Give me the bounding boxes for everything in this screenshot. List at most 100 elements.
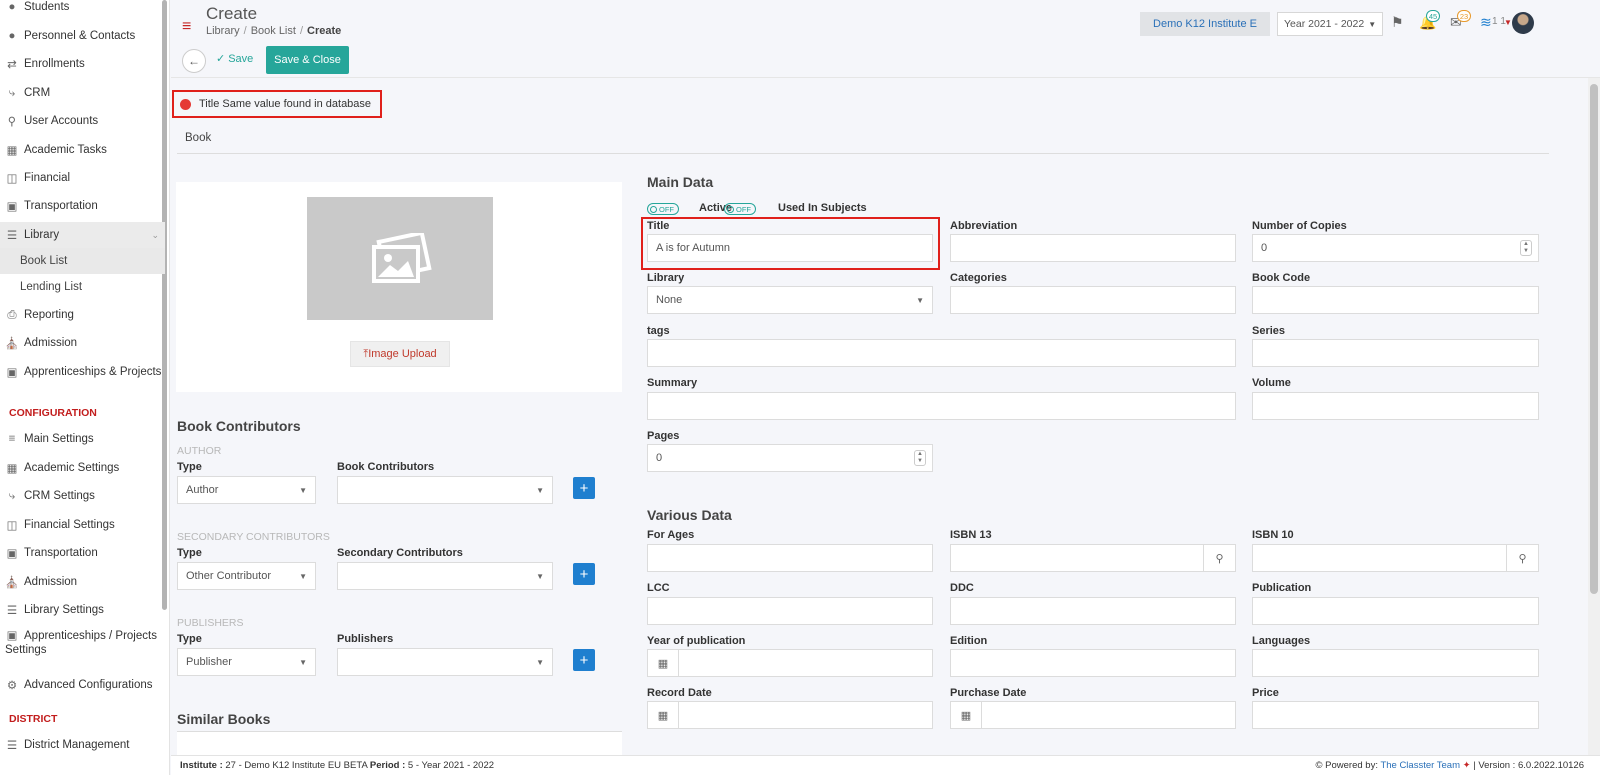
user-caret-icon[interactable]: ▼ xyxy=(1504,18,1512,27)
image-placeholder-icon xyxy=(307,197,493,320)
sidebar-item-personnel[interactable]: ● Personnel & Contacts xyxy=(0,23,165,49)
publication-input[interactable] xyxy=(1252,597,1539,625)
languages-input[interactable] xyxy=(1252,649,1539,677)
sidebar-item-enrollments[interactable]: ⇄ Enrollments xyxy=(0,51,165,77)
sidebar-subitem-book-list[interactable]: Book List xyxy=(0,248,165,274)
pages-input[interactable]: 0 ▲ ▼ xyxy=(647,444,933,472)
copies-input[interactable]: 0 ▲ ▼ xyxy=(1252,234,1539,262)
number-spinner-icon[interactable]: ▲ ▼ xyxy=(1520,240,1532,256)
box-icon: ▣ xyxy=(6,630,18,642)
sidebar-item-advanced-configurations[interactable]: ⚙ Advanced Configurations xyxy=(0,672,165,698)
publishers-select[interactable]: ▼ xyxy=(337,648,553,676)
sidebar-item-apprenticeships[interactable]: ▣ Apprenticeships & Projects xyxy=(0,359,165,385)
dropdown-caret-icon: ▼ xyxy=(536,485,544,495)
calendar-icon[interactable]: ▦ xyxy=(951,702,982,728)
sidebar-item-admission[interactable]: ⛪ Admission xyxy=(0,330,165,356)
number-spinner-icon[interactable]: ▲ ▼ xyxy=(914,450,926,466)
year-publication-input[interactable]: ▦ xyxy=(647,649,933,677)
title-input[interactable]: A is for Autumn xyxy=(647,234,933,262)
search-icon[interactable]: ⚲ xyxy=(1203,545,1235,571)
sidebar-item-academic-settings[interactable]: ▦ Academic Settings xyxy=(0,455,165,481)
bank-icon: ⛪ xyxy=(4,577,20,589)
author-type-select[interactable]: Author ▼ xyxy=(177,476,316,504)
calendar-icon[interactable]: ▦ xyxy=(648,650,679,676)
page-scrollbar[interactable] xyxy=(1588,78,1600,755)
books-icon: ☰ xyxy=(6,605,18,617)
sidebar-item-district-management[interactable]: ☰ District Management xyxy=(0,732,165,758)
image-upload-button[interactable]: ⤒ Image Upload xyxy=(350,341,450,367)
sidebar-item-financial[interactable]: ◫ Financial xyxy=(0,165,165,191)
price-input[interactable] xyxy=(1252,701,1539,729)
book-contributors-select[interactable]: ▼ xyxy=(337,476,553,504)
sidebar-item-transportation[interactable]: ▣ Transportation xyxy=(0,193,165,219)
search-icon[interactable]: ⚲ xyxy=(1506,545,1538,571)
sidebar-item-reporting[interactable]: ⎙ Reporting xyxy=(0,302,165,328)
categories-input[interactable] xyxy=(950,286,1236,314)
flag-icon[interactable]: ⚑ xyxy=(1391,14,1404,31)
calendar-icon[interactable]: ▦ xyxy=(648,702,679,728)
sidebar-item-crm[interactable]: ⤷ CRM xyxy=(0,80,165,106)
sidebar-item-admission-settings[interactable]: ⛪ Admission xyxy=(0,569,165,595)
dropdown-caret-icon: ▼ xyxy=(299,571,307,581)
back-button[interactable]: ← xyxy=(182,49,206,73)
sidebar-item-apprenticeships-settings[interactable]: ▣ Apprenticeships / Projects Settings xyxy=(0,626,165,664)
publisher-type-select[interactable]: Publisher ▼ xyxy=(177,648,316,676)
tags-input[interactable] xyxy=(647,339,1236,367)
secondary-type-select[interactable]: Other Contributor ▼ xyxy=(177,562,316,590)
tab-book[interactable]: Book xyxy=(185,132,211,144)
tags-label: tags xyxy=(647,325,670,337)
record-date-input[interactable]: ▦ xyxy=(647,701,933,729)
edition-input[interactable] xyxy=(950,649,1236,677)
summary-input[interactable] xyxy=(647,392,1236,420)
abbreviation-input[interactable] xyxy=(950,234,1236,262)
sidebar-item-library-settings[interactable]: ☰ Library Settings xyxy=(0,597,165,623)
sidebar-item-crm-settings[interactable]: ⤷ CRM Settings xyxy=(0,483,165,509)
sidebar-item-transportation-settings[interactable]: ▣ Transportation xyxy=(0,540,165,566)
breadcrumb-current: Create xyxy=(307,25,342,37)
lcc-input[interactable] xyxy=(647,597,933,625)
secondary-contributors-select[interactable]: ▼ xyxy=(337,562,553,590)
arrow-left-icon: ← xyxy=(188,54,200,68)
layers-icon[interactable]: ≋ xyxy=(1480,14,1492,31)
year-selector[interactable]: Year 2021 - 2022 ▼ xyxy=(1277,12,1383,36)
breadcrumb-book-list[interactable]: Book List xyxy=(251,25,296,37)
used-in-subjects-label: Used In Subjects xyxy=(778,202,867,214)
isbn10-label: ISBN 10 xyxy=(1252,529,1294,541)
sidebar-subitem-lending-list[interactable]: Lending List xyxy=(0,274,165,300)
dropdown-caret-icon: ▼ xyxy=(916,295,924,305)
breadcrumb-library[interactable]: Library xyxy=(206,25,240,37)
classter-team-link[interactable]: The Classter Team xyxy=(1380,760,1460,771)
active-toggle[interactable]: OFF xyxy=(647,203,679,215)
avatar[interactable] xyxy=(1512,12,1534,34)
categories-label: Categories xyxy=(950,272,1007,284)
sidebar-item-user-accounts[interactable]: ⚲ User Accounts xyxy=(0,108,165,134)
ddc-input[interactable] xyxy=(950,597,1236,625)
institute-selector[interactable]: Demo K12 Institute E xyxy=(1140,12,1270,36)
lcc-label: LCC xyxy=(647,582,670,594)
year-publication-label: Year of publication xyxy=(647,635,746,647)
sidebar-item-students[interactable]: ● Students xyxy=(0,0,165,20)
main-content: Title Same value found in database Book … xyxy=(171,79,1600,761)
for-ages-label: For Ages xyxy=(647,529,695,541)
library-select[interactable]: None ▼ xyxy=(647,286,933,314)
sidebar-item-library[interactable]: ☰ Library ⌄ xyxy=(0,222,165,248)
save-button[interactable]: ✓ Save xyxy=(216,52,253,66)
add-secondary-button[interactable]: + xyxy=(573,563,595,585)
book-code-input[interactable] xyxy=(1252,286,1539,314)
menu-toggle-icon[interactable]: ≡ xyxy=(182,18,191,36)
save-close-button[interactable]: Save & Close xyxy=(266,46,349,74)
secondary-caption: SECONDARY CONTRIBUTORS xyxy=(177,531,330,543)
sidebar-item-main-settings[interactable]: ≡ Main Settings xyxy=(0,426,165,452)
for-ages-input[interactable] xyxy=(647,544,933,572)
series-input[interactable] xyxy=(1252,339,1539,367)
scrollbar-thumb[interactable] xyxy=(1590,84,1598,594)
purchase-date-input[interactable]: ▦ xyxy=(950,701,1236,729)
sidebar-item-financial-settings[interactable]: ◫ Financial Settings xyxy=(0,512,165,538)
used-in-subjects-toggle[interactable]: OFF xyxy=(724,203,756,215)
volume-input[interactable] xyxy=(1252,392,1539,420)
add-publisher-button[interactable]: + xyxy=(573,649,595,671)
isbn10-input[interactable]: ⚲ xyxy=(1252,544,1539,572)
sidebar-item-academic-tasks[interactable]: ▦ Academic Tasks xyxy=(0,137,165,163)
add-author-button[interactable]: + xyxy=(573,477,595,499)
isbn13-input[interactable]: ⚲ xyxy=(950,544,1236,572)
